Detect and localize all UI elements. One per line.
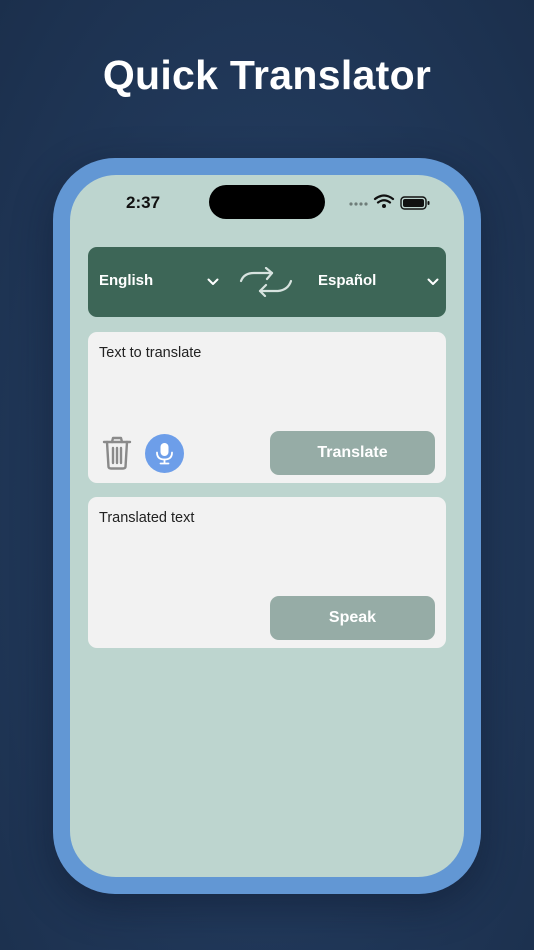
chevron-down-icon[interactable] (207, 278, 219, 286)
status-time: 2:37 (126, 193, 161, 212)
microphone-icon (156, 443, 173, 465)
swap-arrows-icon[interactable] (238, 267, 294, 297)
input-text-field[interactable]: Text to translate (99, 345, 201, 361)
headline: Quick Translator (102, 52, 432, 98)
phone-frame: 2:37 English Español Text to translate T… (53, 158, 481, 894)
chevron-down-icon[interactable] (427, 278, 439, 286)
status-icons (349, 194, 430, 210)
output-card: Translated text Speak (88, 497, 446, 648)
signal-dots-icon (349, 202, 368, 206)
dynamic-island (209, 185, 325, 219)
source-language-select[interactable]: English (99, 272, 153, 289)
language-bar: English Español (88, 247, 446, 317)
app-screen: 2:37 English Español Text to translate T… (70, 175, 464, 877)
microphone-button[interactable] (145, 434, 184, 473)
speak-button[interactable]: Speak (270, 596, 435, 640)
output-text-field: Translated text (99, 510, 195, 526)
wifi-dot (382, 204, 386, 208)
target-language-select[interactable]: Español (318, 272, 376, 289)
input-card: Text to translate Translate (88, 332, 446, 483)
translate-button[interactable]: Translate (270, 431, 435, 475)
trash-icon[interactable] (102, 436, 132, 470)
wifi-icon (373, 194, 395, 204)
battery-icon (400, 196, 430, 210)
